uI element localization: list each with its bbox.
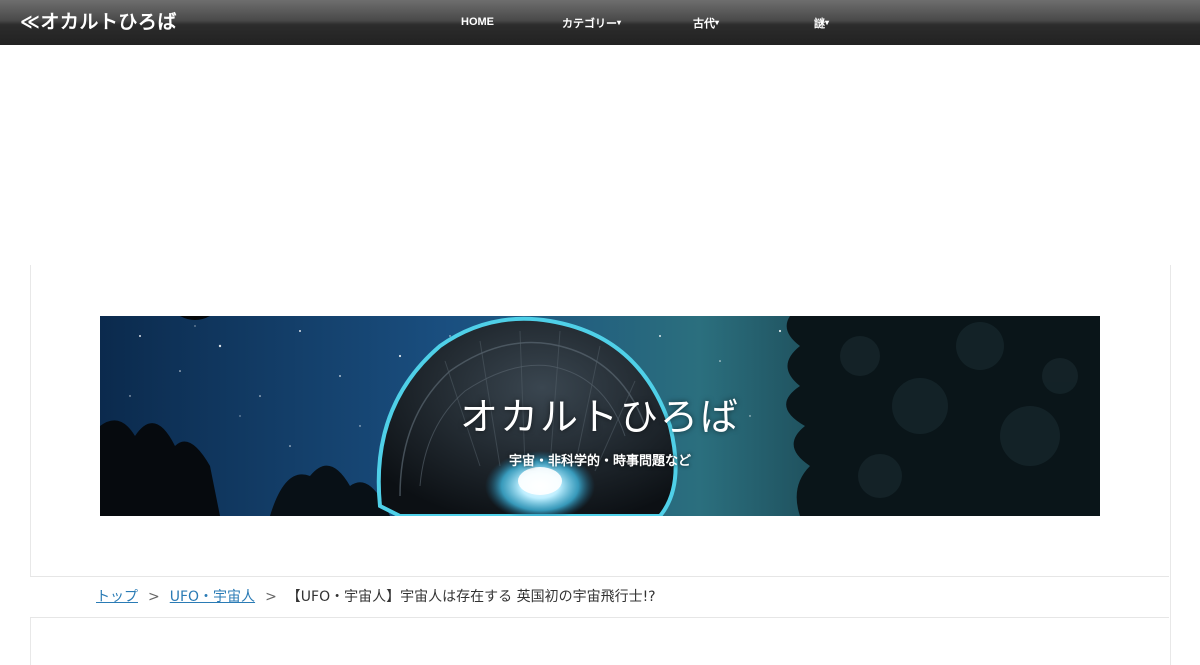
breadcrumb-separator: >	[148, 589, 160, 605]
nav-category[interactable]: カテゴリー▾	[562, 0, 621, 45]
hero-banner[interactable]: オカルトひろば 宇宙・非科学的・時事問題など	[100, 316, 1100, 516]
breadcrumb-separator: >	[265, 589, 277, 605]
breadcrumb-trail: トップ > UFO・宇宙人 > 【UFO・宇宙人】宇宙人は存在する 英国初の宇宙飛行士!…	[96, 577, 656, 617]
nav-category-label: カテゴリー	[562, 18, 617, 30]
breadcrumb-current-page: 【UFO・宇宙人】宇宙人は存在する 英国初の宇宙飛行士!?	[286, 589, 656, 605]
nav-home[interactable]: HOME	[461, 0, 494, 45]
chevron-down-icon: ▾	[825, 18, 830, 27]
breadcrumb: トップ > UFO・宇宙人 > 【UFO・宇宙人】宇宙人は存在する 英国初の宇宙飛行士!…	[30, 576, 1169, 618]
chevron-down-icon: ▾	[715, 18, 720, 27]
nav-home-label: HOME	[461, 16, 494, 28]
hero-subtitle: 宇宙・非科学的・時事問題など	[508, 454, 691, 469]
nav-mystery-label: 謎	[814, 18, 825, 30]
nav-ancient[interactable]: 古代▾	[693, 0, 719, 45]
chevron-down-icon: ▾	[617, 18, 622, 27]
hero-title: オカルトひろば	[459, 395, 740, 439]
breadcrumb-top-link[interactable]: トップ	[96, 589, 138, 605]
nav-mystery[interactable]: 謎▾	[814, 0, 829, 45]
top-navigation-bar: ≪オカルトひろば HOME カテゴリー▾ 古代▾ 謎▾	[0, 0, 1200, 45]
ad-space	[0, 45, 1200, 265]
breadcrumb-category-link[interactable]: UFO・宇宙人	[170, 589, 255, 605]
nav-ancient-label: 古代	[693, 18, 715, 30]
site-logo-link[interactable]: ≪オカルトひろば	[20, 0, 177, 45]
